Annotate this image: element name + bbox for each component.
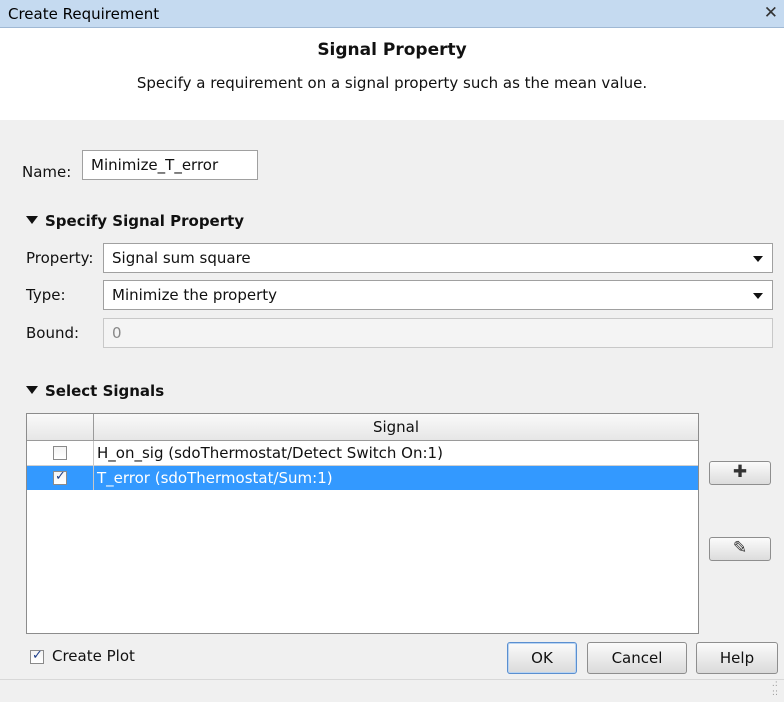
close-icon[interactable]: ✕	[764, 3, 778, 23]
collapse-triangle-icon	[26, 386, 38, 394]
type-dropdown[interactable]: Minimize the property	[103, 280, 773, 310]
bound-value: 0	[112, 324, 122, 342]
pencil-icon: ✎	[732, 538, 748, 558]
checkmark-icon: ✓	[32, 648, 43, 663]
create-plot-checkbox[interactable]: ✓	[30, 648, 44, 664]
add-signal-button[interactable]: ✚	[709, 461, 771, 485]
chevron-down-icon	[753, 256, 763, 262]
name-value: Minimize_T_error	[91, 156, 219, 174]
page-title: Signal Property	[317, 40, 467, 60]
property-label: Property:	[26, 249, 94, 267]
table-cell-checkbox: ✓	[27, 466, 94, 490]
select-signals-section-title: Select Signals	[45, 382, 165, 400]
bound-label: Bound:	[26, 324, 80, 342]
specify-property-section-title: Specify Signal Property	[45, 212, 245, 230]
name-field[interactable]: Minimize_T_error	[82, 150, 258, 180]
table-header: Signal	[27, 414, 698, 441]
collapse-triangle-icon	[26, 216, 38, 224]
name-label: Name:	[22, 163, 72, 181]
checkbox-column-header	[27, 414, 94, 440]
table-cell-signal: H_on_sig (sdoThermostat/Detect Switch On…	[97, 444, 443, 462]
resize-grip-icon[interactable]: .:::	[772, 680, 778, 698]
table-cell-signal: T_error (sdoThermostat/Sum:1)	[97, 469, 333, 487]
help-button[interactable]: Help	[696, 642, 778, 674]
table-row[interactable]: ✓ T_error (sdoThermostat/Sum:1)	[27, 466, 698, 490]
bound-field: 0	[103, 318, 773, 348]
plus-icon: ✚	[732, 462, 748, 482]
type-label: Type:	[26, 286, 66, 304]
property-dropdown[interactable]: Signal sum square	[103, 243, 773, 273]
row-checkbox[interactable]	[53, 446, 67, 460]
cancel-button[interactable]: Cancel	[587, 642, 687, 674]
title-bar: Create Requirement ✕	[0, 0, 784, 28]
table-cell-checkbox	[27, 441, 94, 465]
edit-signal-button[interactable]: ✎	[709, 537, 771, 561]
page-description: Specify a requirement on a signal proper…	[136, 74, 648, 92]
window-title: Create Requirement	[8, 5, 160, 23]
specify-property-section-header[interactable]: Specify Signal Property	[26, 212, 244, 230]
row-checkbox[interactable]: ✓	[53, 469, 67, 485]
chevron-down-icon	[753, 293, 763, 299]
create-plot-label: Create Plot	[52, 647, 135, 665]
ok-button[interactable]: OK	[507, 642, 577, 674]
signal-column-header: Signal	[372, 418, 420, 436]
header-panel: Signal Property Specify a requirement on…	[0, 28, 784, 120]
property-value: Signal sum square	[112, 249, 251, 267]
dialog-body: Signal Property Specify a requirement on…	[0, 28, 784, 702]
signals-table: Signal H_on_sig (sdoThermostat/Detect Sw…	[26, 413, 699, 634]
table-row[interactable]: H_on_sig (sdoThermostat/Detect Switch On…	[27, 441, 698, 465]
select-signals-section-header[interactable]: Select Signals	[26, 382, 164, 400]
footer-divider	[0, 679, 784, 680]
checkmark-icon: ✓	[55, 469, 66, 484]
type-value: Minimize the property	[112, 286, 278, 304]
